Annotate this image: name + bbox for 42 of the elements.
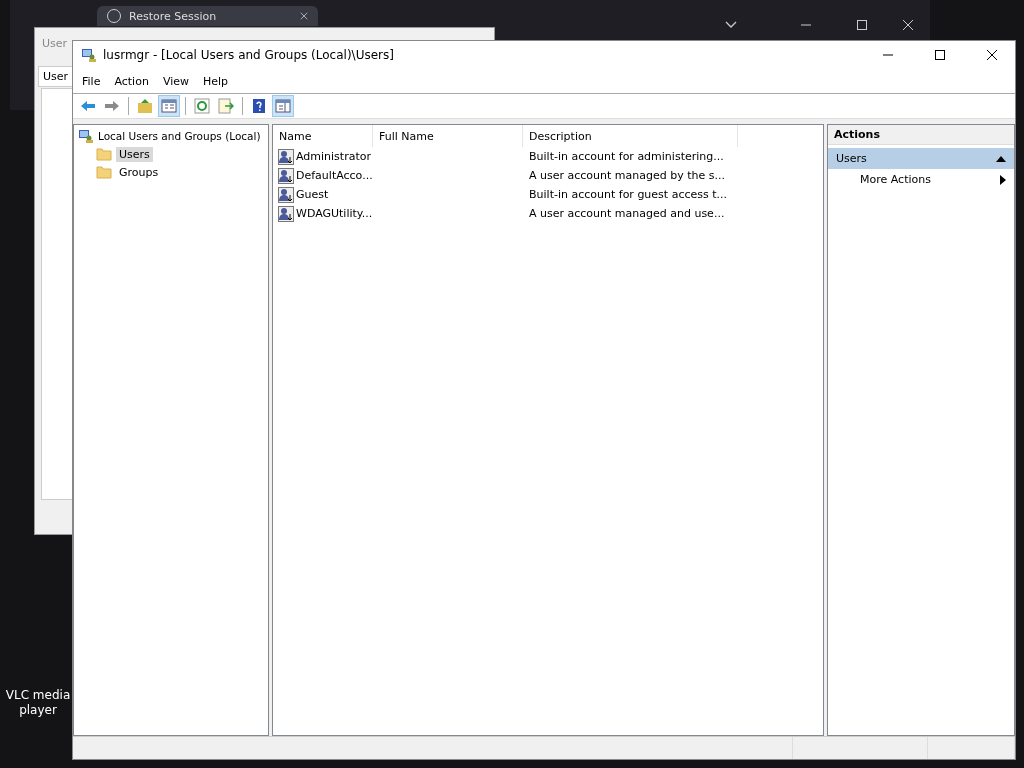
tree-item[interactable]: Users [116,146,153,162]
menu-item[interactable]: Action [107,72,156,90]
table-cell[interactable]: Guest [296,188,329,201]
tree-item[interactable]: Groups [116,164,162,180]
refresh-icon[interactable] [191,95,213,117]
menu-item[interactable]: View [155,72,196,90]
table-cell-text: Built-in account for guest access t... [528,188,728,201]
export-list-icon[interactable] [215,95,237,117]
column-header[interactable]: Description [523,125,738,147]
column-header[interactable]: Full Name [373,125,523,147]
tree-item[interactable]: Local Users and Groups (Local) [78,127,264,145]
user-icon [278,167,294,184]
maximize-icon[interactable] [934,49,946,61]
submenu-arrow-icon [1000,174,1006,185]
action-item[interactable]: More Actions [828,169,1014,190]
table-cell-text: Built-in account for administering... [528,150,725,163]
table-cell-text: A user account managed and use... [528,207,726,220]
table-cell[interactable]: Administrator [296,150,371,163]
folder-icon [96,164,112,180]
computer-users-icon [78,128,94,144]
collapse-icon[interactable] [996,155,1006,162]
menu-item[interactable]: File [75,72,108,90]
window-title: lusrmgr - [Local Users and Groups (Local)\Users] [103,48,394,62]
desktop-icon-label[interactable]: VLC media player [4,688,72,718]
table-cell[interactable]: WDAGUtility... [296,207,373,220]
action-pane-icon[interactable] [272,95,294,117]
browser-tab[interactable]: Restore Session [97,6,318,26]
user-icon [278,186,294,203]
user-icon [278,148,294,165]
folder-icon [96,146,112,162]
section-header[interactable]: Users [828,148,1014,169]
menu-item[interactable]: Help [196,72,236,90]
table-cell[interactable]: DefaultAcco... [296,169,373,182]
tree-pane-icon[interactable] [158,95,180,117]
pane-heading: Actions [828,125,1014,145]
table-cell-text: A user account managed by the s... [528,169,726,182]
column-header[interactable]: Name [273,125,373,147]
window-title: User [42,37,68,50]
computer-users-icon [81,47,97,63]
tab[interactable]: User [38,66,74,87]
close-icon[interactable] [986,49,998,61]
user-icon [278,205,294,222]
